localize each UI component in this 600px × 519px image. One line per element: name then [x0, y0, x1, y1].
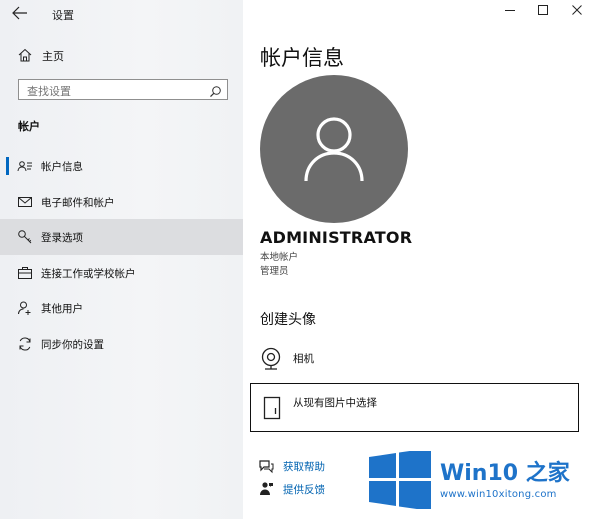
choose-image-label: 从现有图片中选择 [293, 397, 377, 409]
feedback-link[interactable]: 提供反馈 [258, 480, 378, 498]
back-arrow-icon[interactable] [12, 5, 30, 21]
camera-option[interactable]: 相机 [260, 345, 460, 375]
choose-image-button[interactable]: 从现有图片中选择 [250, 383, 579, 432]
search-icon[interactable] [209, 83, 222, 102]
person-add-icon [17, 300, 33, 316]
user-role: 管理员 [260, 266, 289, 277]
home-icon [18, 47, 32, 66]
avatar [260, 75, 408, 223]
camera-icon [260, 347, 282, 375]
sidebar-item-label: 帐户信息 [41, 161, 83, 173]
user-name: ADMINISTRATOR [260, 228, 413, 247]
sidebar-item-other-users[interactable]: 其他用户 [0, 290, 243, 326]
help-label[interactable]: 获取帮助 [283, 459, 325, 474]
document-icon [263, 396, 281, 424]
window-title: 设置 [52, 9, 74, 22]
key-icon [17, 229, 33, 245]
sidebar-item-label: 连接工作或学校帐户 [41, 267, 136, 280]
watermark-brand: Win10 之家 [440, 461, 570, 486]
sync-icon [17, 336, 33, 352]
sidebar-nav: 帐户信息 电子邮件和帐户 登录选项 连接工作或学校帐户 其他用户 同步你的设置 [0, 148, 243, 361]
watermark-url: www.win10xitong.com [440, 489, 557, 500]
close-icon[interactable] [566, 4, 588, 22]
main-content: 帐户信息 ADMINISTRATOR 本地帐户 管理员 创建头像 相机 从现有图… [243, 0, 600, 519]
sidebar-item-label: 电子邮件和帐户 [41, 196, 115, 209]
help-link[interactable]: 获取帮助 [258, 457, 378, 475]
sidebar-item-sign-in[interactable]: 登录选项 [0, 219, 243, 255]
page-title: 帐户信息 [260, 46, 344, 70]
account-type: 本地帐户 [260, 252, 299, 263]
sidebar-item-email[interactable]: 电子邮件和帐户 [0, 184, 243, 220]
search-input[interactable] [19, 82, 207, 101]
sidebar-item-sync[interactable]: 同步你的设置 [0, 326, 243, 362]
home-label: 主页 [42, 50, 64, 63]
watermark: Win10 之家 www.win10xitong.com [367, 447, 600, 519]
title-bar: 设置 [0, 0, 243, 26]
windows-logo-icon [369, 448, 431, 513]
sidebar-item-account-info[interactable]: 帐户信息 [0, 148, 243, 184]
feedback-label[interactable]: 提供反馈 [283, 482, 325, 497]
briefcase-icon [17, 265, 33, 281]
person-icon [302, 115, 366, 189]
minimize-icon[interactable] [499, 4, 521, 22]
sidebar-item-label: 登录选项 [41, 232, 83, 244]
section-heading: 帐户 [18, 120, 40, 133]
search-box[interactable] [18, 79, 228, 102]
sidebar: 设置 主页 帐户 帐户信息 电子邮件和帐户 [0, 0, 243, 519]
sidebar-item-label: 同步你的设置 [41, 338, 104, 351]
maximize-icon[interactable] [532, 4, 554, 22]
home-nav[interactable]: 主页 [14, 46, 234, 64]
feedback-person-icon [258, 481, 274, 501]
mail-icon [17, 194, 33, 210]
camera-label: 相机 [293, 353, 314, 365]
person-card-icon [17, 158, 33, 174]
create-avatar-heading: 创建头像 [260, 312, 316, 328]
sidebar-item-work-school[interactable]: 连接工作或学校帐户 [0, 255, 243, 291]
sidebar-item-label: 其他用户 [41, 303, 83, 315]
help-chat-icon [258, 458, 274, 478]
